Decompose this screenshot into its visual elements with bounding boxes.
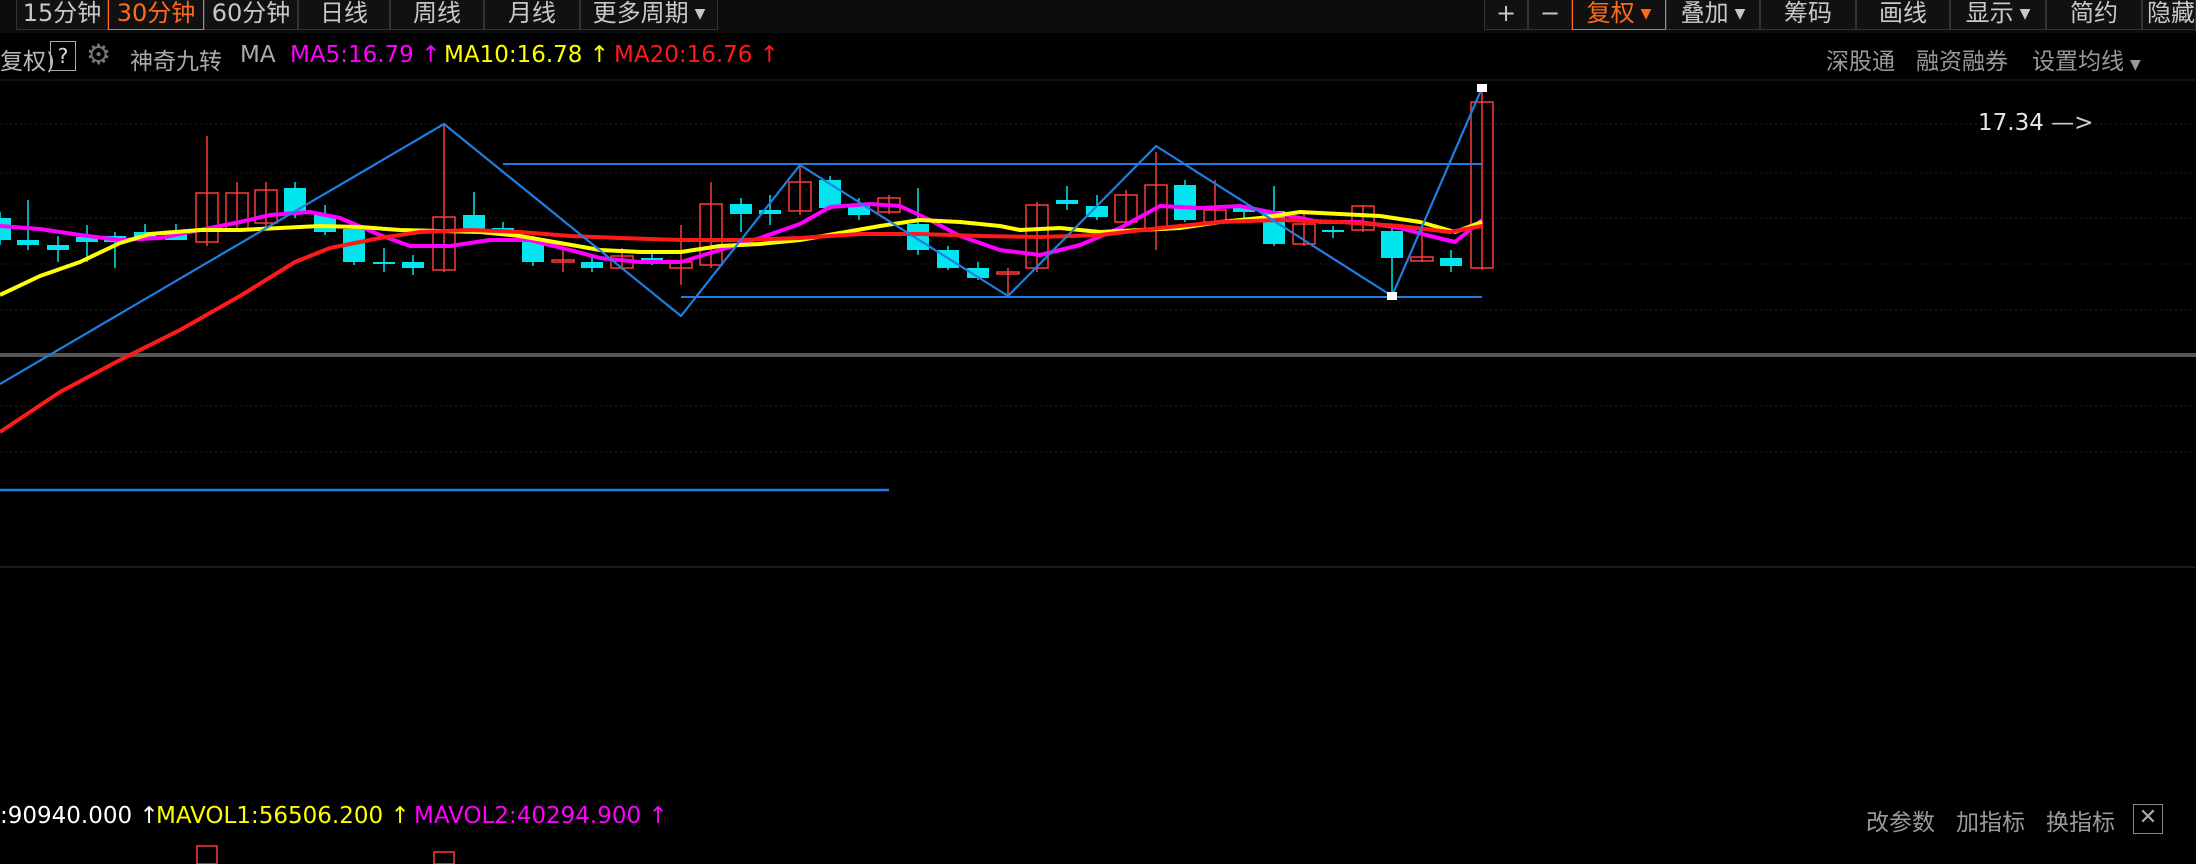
gear-icon[interactable]: ⚙: [86, 38, 111, 71]
mavol1-value: MAVOL1:56506.200 ↑: [156, 803, 410, 829]
candle-body-down: [581, 262, 603, 268]
tab-15min[interactable]: 15分钟: [16, 0, 108, 30]
zigzag-trendline: [0, 87, 1484, 385]
display-button[interactable]: 显示 ▼: [1950, 0, 2046, 30]
zoom-out-button[interactable]: −: [1528, 0, 1572, 30]
candle-body-down: [1086, 206, 1108, 217]
hk-connect-link[interactable]: 深股通: [1826, 42, 1895, 76]
candle-body-down: [1174, 185, 1196, 220]
up-arrow-icon: ↑: [759, 42, 780, 68]
volume-info-bar: :90940.000 ↑ MAVOL1:56506.200 ↑ MAVOL2:4…: [0, 800, 2196, 836]
tab-weekly[interactable]: 周线: [390, 0, 484, 30]
up-arrow-icon: ↑: [421, 42, 441, 68]
tab-daily[interactable]: 日线: [298, 0, 390, 30]
kline-chart[interactable]: [0, 0, 2196, 864]
indicator-name[interactable]: 神奇九转: [130, 42, 222, 76]
candle-body-down: [47, 245, 69, 250]
ma20-line: [0, 218, 1483, 434]
tab-more-periods[interactable]: 更多周期 ▼: [580, 0, 718, 30]
ma20-text: MA20:16.76: [614, 42, 753, 68]
price-marker-label: 17.34 —>: [1978, 110, 2093, 136]
ma5-text: MA5:16.79: [290, 42, 414, 68]
hide-button[interactable]: 隐藏: [2142, 0, 2196, 30]
close-icon[interactable]: ✕: [2133, 804, 2163, 834]
adjust-label: 复权: [1586, 0, 1635, 27]
overlay-label: 叠加: [1680, 0, 1729, 27]
volume-bar: [196, 845, 218, 864]
candle-body-down: [1056, 200, 1078, 204]
volume-bar: [433, 851, 455, 864]
chevron-down-icon: ▼: [2019, 5, 2031, 22]
candle-body-down: [1440, 258, 1462, 266]
ma10-value: MA10:16.78 ↑: [444, 42, 609, 68]
candle-body-down: [17, 240, 39, 245]
edit-params-link[interactable]: 改参数: [1866, 803, 1935, 837]
candle-body-down: [0, 218, 11, 240]
margin-trading-link[interactable]: 融资融券: [1916, 42, 2008, 76]
candle-body-down: [1322, 230, 1344, 232]
up-arrow-icon: ↑: [648, 803, 668, 829]
chevron-down-icon: ▼: [694, 5, 706, 22]
vol-text: :90940.000: [0, 803, 133, 829]
candle-body-down: [1381, 231, 1403, 258]
more-periods-label: 更多周期: [592, 0, 689, 27]
period-toolbar: 15分钟 30分钟 60分钟 日线 周线 月线 更多周期 ▼ + − 复权 ▼ 叠加…: [0, 0, 2196, 33]
mavol1-text: MAVOL1:56506.200: [156, 803, 384, 829]
candle-body-down: [373, 262, 395, 264]
anchor-handle: [1477, 84, 1487, 92]
chevron-down-icon: ▼: [2130, 57, 2141, 73]
ma-info-bar: 复权) ? ⚙ 神奇九转 MA MA5:16.79 ↑ MA10:16.78 ↑…: [0, 38, 2196, 76]
price-marker-value: 17.34: [1978, 110, 2044, 136]
set-ma-label: 设置均线: [2032, 49, 2124, 75]
ma10-text: MA10:16.78: [444, 42, 583, 68]
adjust-button[interactable]: 复权 ▼: [1572, 0, 1666, 30]
anchor-handle: [1387, 292, 1397, 300]
chevron-down-icon: ▼: [1734, 5, 1746, 22]
candle-body-down: [402, 262, 424, 268]
tab-60min[interactable]: 60分钟: [204, 0, 298, 30]
add-indicator-link[interactable]: 加指标: [1956, 803, 2025, 837]
help-button[interactable]: ?: [50, 41, 76, 71]
mavol2-text: MAVOL2:40294.900: [414, 803, 642, 829]
mavol2-value: MAVOL2:40294.900 ↑: [414, 803, 668, 829]
tab-30min[interactable]: 30分钟: [108, 0, 204, 30]
ma5-value: MA5:16.79 ↑: [290, 42, 440, 68]
candle-body-down: [284, 188, 306, 213]
overlay-button[interactable]: 叠加 ▼: [1666, 0, 1760, 30]
display-label: 显示: [1965, 0, 2014, 27]
vol-value: :90940.000 ↑: [0, 803, 159, 829]
up-arrow-icon: ↑: [390, 803, 410, 829]
ma-label: MA: [240, 42, 276, 68]
candle-body-down: [730, 204, 752, 214]
chevron-down-icon: ▼: [1640, 5, 1652, 22]
draw-line-button[interactable]: 画线: [1856, 0, 1950, 30]
up-arrow-icon: ↑: [589, 42, 610, 68]
fq-label: 复权): [0, 49, 55, 75]
set-ma-link[interactable]: 设置均线 ▼: [2032, 42, 2141, 76]
zoom-in-button[interactable]: +: [1484, 0, 1528, 30]
arrow-right-icon: —>: [2043, 110, 2094, 136]
candle-body-down: [907, 224, 929, 250]
ma20-value: MA20:16.76 ↑: [614, 42, 779, 68]
chips-button[interactable]: 筹码: [1760, 0, 1856, 30]
switch-indicator-link[interactable]: 换指标: [2046, 803, 2115, 837]
tab-monthly[interactable]: 月线: [484, 0, 580, 30]
simple-button[interactable]: 简约: [2046, 0, 2142, 30]
